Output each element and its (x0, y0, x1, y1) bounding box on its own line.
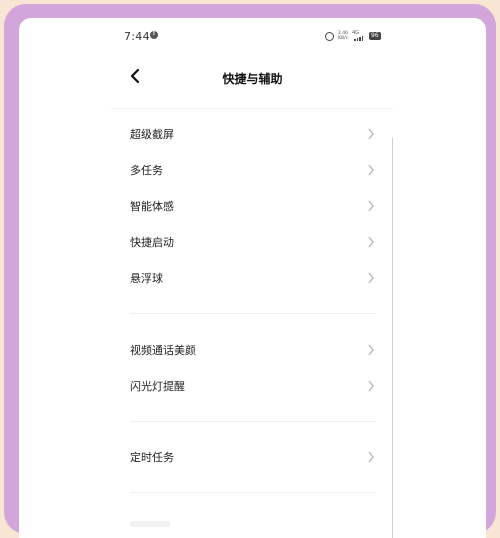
chevron-right-icon (368, 164, 374, 176)
list-item-quick-launch[interactable]: 快捷启动 (130, 231, 375, 253)
chevron-right-icon (368, 272, 374, 284)
alarm-icon (325, 31, 334, 41)
signal-icon: 4G (352, 31, 366, 41)
chevron-right-icon (368, 380, 374, 392)
list-item-label: 闪光灯提醒 (130, 380, 185, 393)
section-divider (130, 313, 376, 314)
list-item-label: 多任务 (130, 164, 163, 177)
header-divider (111, 108, 393, 109)
network-speed-unit: KB/s (338, 36, 348, 41)
battery-level: 96 (369, 32, 381, 40)
section-divider (130, 421, 376, 422)
list-item-label: 智能体感 (130, 200, 174, 213)
chevron-right-icon (368, 344, 374, 356)
page-title: 快捷与辅助 (222, 72, 283, 86)
list-item-floating-ball[interactable]: 悬浮球 (130, 267, 375, 289)
list-item-label: 视频通话美颜 (130, 344, 196, 357)
list-item-smart-motion[interactable]: 智能体感 (130, 195, 375, 217)
list-item-label: 定时任务 (130, 451, 174, 464)
section-divider (130, 492, 376, 493)
notification-icon (150, 30, 158, 39)
network-speed: 2.46 KB/s (337, 31, 349, 41)
list-item-label: 超级截屏 (130, 128, 174, 141)
list-item-label: 快捷启动 (130, 236, 174, 249)
list-item-video-call-beauty[interactable]: 视频通话美颜 (130, 339, 375, 361)
list-item-flash-alert[interactable]: 闪光灯提醒 (130, 375, 375, 397)
chevron-right-icon (368, 128, 374, 140)
chevron-right-icon (368, 451, 374, 463)
chevron-right-icon (368, 200, 374, 212)
list-item-label: 悬浮球 (130, 272, 163, 285)
list-item-scheduled-task[interactable]: 定时任务 (130, 446, 375, 468)
status-time: 7:44 (124, 30, 150, 43)
chevron-right-icon (368, 236, 374, 248)
scrollbar[interactable] (392, 138, 393, 538)
list-item-multitask[interactable]: 多任务 (130, 159, 375, 181)
list-item-super-screenshot[interactable]: 超级截屏 (130, 123, 375, 145)
status-icons: 2.46 KB/s 4G 96 (325, 30, 381, 42)
phone-screen: 7:44 2.46 KB/s 4G 96 快捷与辅助 超级截屏 多任务 智能体感… (19, 18, 486, 538)
